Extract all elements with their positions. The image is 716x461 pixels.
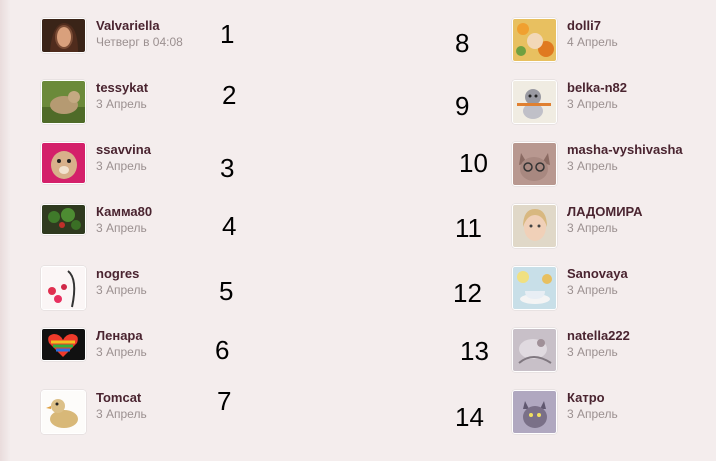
rank-number: 7	[217, 386, 232, 416]
user-item-9[interactable]: belka-n82 3 Апрель	[512, 80, 627, 124]
user-avatar[interactable]	[512, 18, 557, 62]
visit-date: Четверг в 04:08	[96, 35, 183, 49]
user-item-10[interactable]: masha-vyshivasha 3 Апрель	[512, 142, 683, 186]
user-avatar[interactable]	[41, 142, 86, 184]
user-item-11[interactable]: ЛАДОМИРА 3 Апрель	[512, 204, 642, 248]
user-avatar[interactable]	[512, 204, 557, 248]
visit-date: 3 Апрель	[96, 345, 147, 359]
user-item-4[interactable]: Камма80 3 Апрель	[41, 204, 152, 237]
visit-date: 3 Апрель	[567, 345, 618, 359]
user-name[interactable]: dolli7	[567, 17, 618, 34]
user-name[interactable]: ssavvina	[96, 141, 151, 158]
rank-number: 1	[220, 19, 235, 49]
rank-number: 4	[222, 211, 237, 241]
user-item-13[interactable]: natella222 3 Апрель	[512, 328, 630, 372]
user-avatar[interactable]	[512, 266, 557, 310]
user-avatar[interactable]	[512, 142, 557, 186]
user-avatar[interactable]	[512, 390, 557, 434]
user-name[interactable]: nogres	[96, 265, 147, 282]
user-item-1[interactable]: Valvariella Четверг в 04:08	[41, 18, 183, 53]
user-avatar[interactable]	[41, 80, 86, 124]
rank-number: 13	[460, 336, 489, 366]
user-avatar[interactable]	[41, 18, 86, 53]
visit-date: 3 Апрель	[96, 159, 147, 173]
visit-date: 3 Апрель	[96, 221, 147, 235]
user-avatar[interactable]	[41, 266, 86, 310]
rank-number: 12	[453, 278, 482, 308]
user-avatar[interactable]	[41, 204, 86, 235]
user-name[interactable]: belka-n82	[567, 79, 627, 96]
user-avatar[interactable]	[512, 80, 557, 124]
user-name[interactable]: masha-vyshivasha	[567, 141, 683, 158]
visit-date: 3 Апрель	[567, 159, 618, 173]
user-item-2[interactable]: tessykat 3 Апрель	[41, 80, 148, 124]
rank-number: 11	[455, 213, 482, 243]
user-name[interactable]: Ленара	[96, 327, 147, 344]
user-item-3[interactable]: ssavvina 3 Апрель	[41, 142, 151, 184]
visit-date: 3 Апрель	[567, 283, 618, 297]
user-item-12[interactable]: Sanovaya 3 Апрель	[512, 266, 628, 310]
user-avatar[interactable]	[41, 328, 86, 361]
user-item-5[interactable]: nogres 3 Апрель	[41, 266, 147, 310]
visit-date: 3 Апрель	[96, 407, 147, 421]
visit-date: 3 Апрель	[567, 97, 618, 111]
visit-date: 3 Апрель	[96, 283, 147, 297]
user-item-6[interactable]: Ленара 3 Апрель	[41, 328, 147, 361]
left-decor-strip	[0, 0, 10, 461]
user-avatar[interactable]	[512, 328, 557, 372]
rank-number: 3	[220, 153, 235, 183]
rank-number: 8	[455, 28, 470, 58]
user-name[interactable]: Tomcat	[96, 389, 147, 406]
user-name[interactable]: ЛАДОМИРА	[567, 203, 642, 220]
user-name[interactable]: Катро	[567, 389, 618, 406]
user-item-8[interactable]: dolli7 4 Апрель	[512, 18, 618, 62]
rank-number: 10	[459, 148, 488, 178]
user-item-7[interactable]: Tomcat 3 Апрель	[41, 390, 147, 434]
rank-number: 6	[215, 335, 230, 365]
visit-date: 3 Апрель	[96, 97, 147, 111]
user-name[interactable]: natella222	[567, 327, 630, 344]
rank-number: 5	[219, 276, 234, 306]
visit-date: 3 Апрель	[567, 407, 618, 421]
user-name[interactable]: tessykat	[96, 79, 148, 96]
visit-date: 4 Апрель	[567, 35, 618, 49]
user-item-14[interactable]: Катро 3 Апрель	[512, 390, 618, 434]
user-name[interactable]: Sanovaya	[567, 265, 628, 282]
visit-date: 3 Апрель	[567, 221, 618, 235]
user-avatar[interactable]	[41, 390, 86, 434]
user-name[interactable]: Valvariella	[96, 17, 183, 34]
user-name[interactable]: Камма80	[96, 203, 152, 220]
rank-number: 14	[455, 402, 484, 432]
rank-number: 2	[222, 80, 237, 110]
rank-number: 9	[455, 91, 470, 121]
